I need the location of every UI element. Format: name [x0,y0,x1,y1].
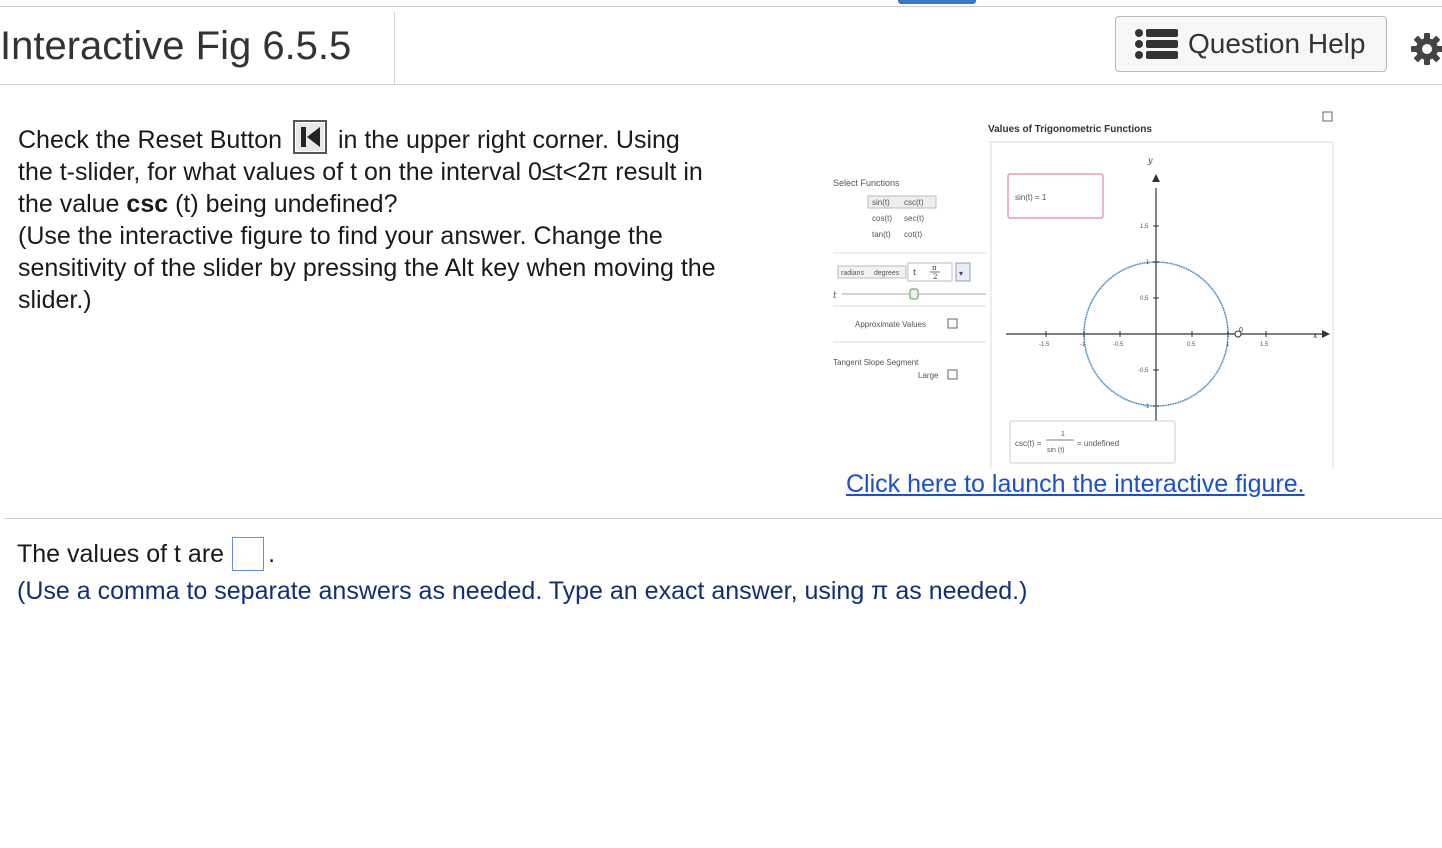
top-accent-tab [898,0,976,4]
y-tick-label: 0.5 [1140,296,1149,302]
csc-readout-right: = undefined [1077,439,1119,448]
approx-values-checkbox[interactable] [947,318,958,329]
tangent-segment-label: Tangent Slope Segment [833,358,919,367]
interactive-figure-preview[interactable]: Values of Trigonometric Functions Select… [828,108,1343,470]
t-value-num: π [932,264,937,272]
fn-tan[interactable]: tan(t) [872,230,891,239]
t-slider-label: t [833,291,837,301]
t-value-den: 2 [933,273,937,281]
unit-degrees[interactable]: degrees [874,270,900,277]
top-border [0,6,1442,7]
question-part3: (t) being undefined? [175,190,398,218]
csc-frac-num: 1 [1061,431,1065,438]
fn-sec[interactable]: sec(t) [904,214,924,223]
answer-hint: (Use a comma to separate answers as need… [17,577,1028,605]
large-label: Large [918,371,939,380]
figure-expand-icon[interactable] [1322,111,1333,122]
function-buttons: sin(t) csc(t) cos(t) sec(t) tan(t) cot(t… [867,195,937,239]
x-tick-label: -0.5 [1113,342,1124,348]
origin-label: 0 [1239,327,1243,334]
x-tick-label: -1.5 [1039,342,1050,348]
question-text: Check the Reset Button in the upper righ… [18,120,718,316]
question-csc: csc [126,190,169,218]
question-help-button[interactable]: Question Help [1115,16,1387,72]
reset-skip-back-icon [293,120,327,154]
figure-title: Values of Trigonometric Functions [988,124,1152,135]
launch-figure-link[interactable]: Click here to launch the interactive fig… [846,470,1305,499]
y-tick-label: 1 [1146,260,1150,266]
approx-values-label: Approximate Values [855,320,926,329]
x-axis-label: x [1313,331,1318,340]
x-tick-label: 1 [1226,342,1230,348]
answer-input[interactable] [232,537,265,571]
y-tick-label: 1.5 [1140,224,1149,230]
x-tick-label: 1.5 [1260,342,1269,348]
y-tick-label: -1 [1144,404,1150,410]
sin-readout: sin(t) = 1 [1015,193,1047,202]
t-slider-handle[interactable] [909,288,919,300]
large-checkbox[interactable] [947,369,958,380]
page-header: Interactive Fig 6.5.5 Question Help [0,8,1442,85]
fn-csc[interactable]: csc(t) [904,198,924,207]
unit-radians[interactable]: radians [841,270,864,277]
csc-readout-left: csc(t) = [1015,439,1042,448]
section-divider [4,518,1442,519]
title-separator [394,12,395,84]
answer-prefix: The values of t are [17,539,225,568]
answer-suffix: . [268,539,276,568]
question-part1: Check the Reset Button [18,126,283,154]
x-tick-label: 0.5 [1187,342,1196,348]
y-tick-label: -0.5 [1138,368,1149,374]
fn-sin[interactable]: sin(t) [872,198,890,207]
figure-svg: Values of Trigonometric Functions Select… [833,111,1334,468]
fn-cot[interactable]: cot(t) [904,230,923,239]
gear-icon[interactable] [1410,32,1442,66]
question-part4: (Use the interactive figure to find your… [18,222,716,314]
fn-cos[interactable]: cos(t) [872,214,892,223]
question-help-label: Question Help [1188,28,1366,59]
x-tick-label: -1 [1080,342,1086,348]
y-axis-label: y [1147,156,1153,165]
svg-text:▾: ▾ [959,269,963,278]
page-title: Interactive Fig 6.5.5 [0,24,352,68]
select-functions-label: Select Functions [833,178,900,188]
csc-frac-den: sin (t) [1047,447,1065,454]
list-icon [1135,29,1178,59]
answer-row: The values of t are . [17,537,275,571]
